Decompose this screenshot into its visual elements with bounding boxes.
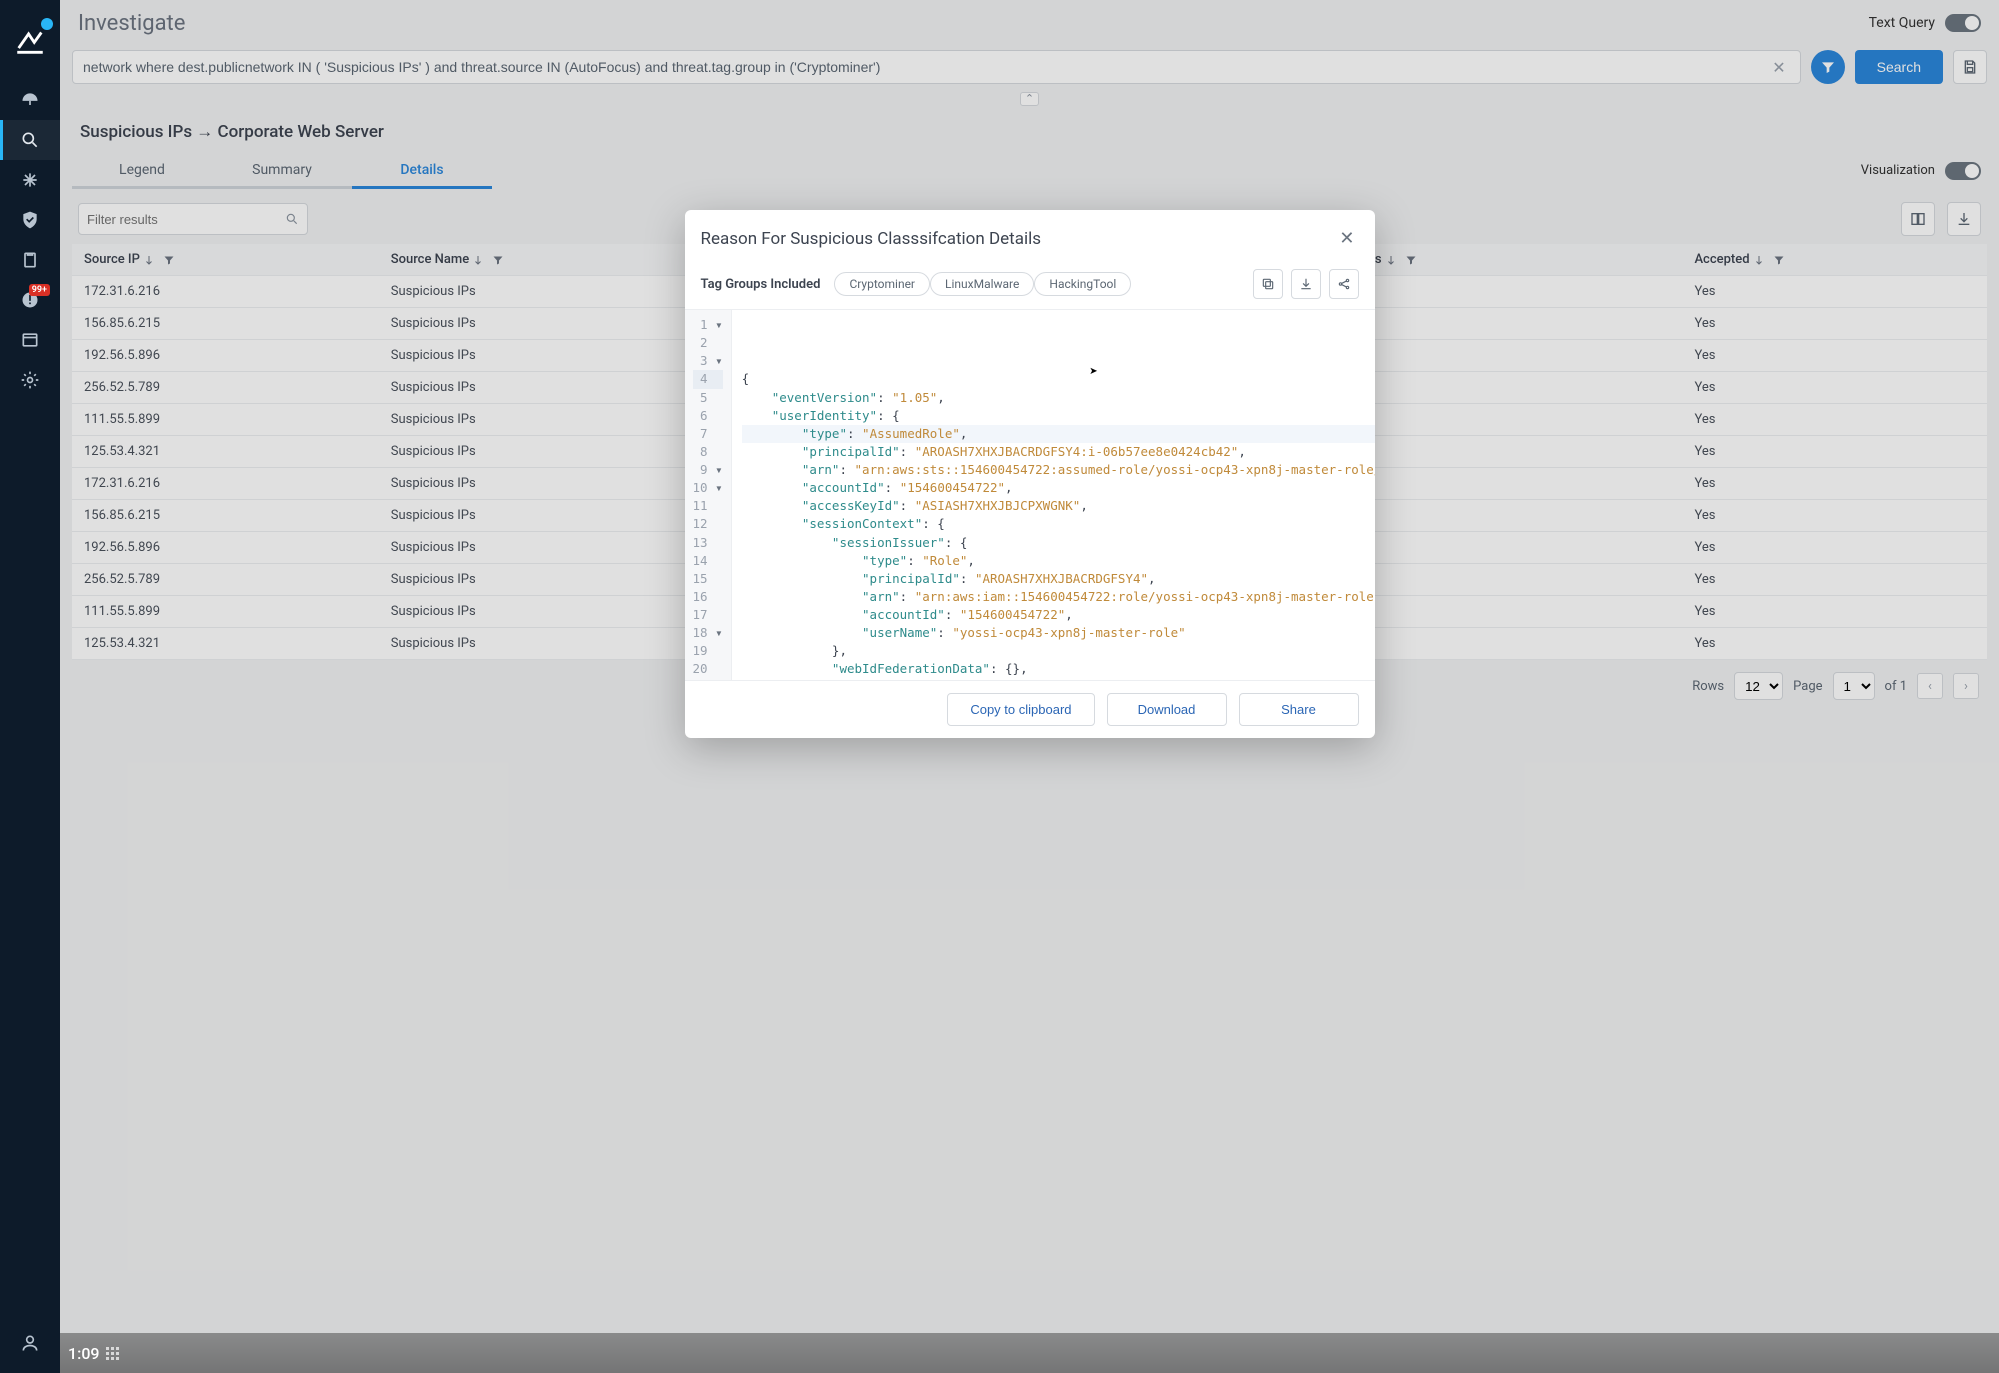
modal-overlay: Reason For Suspicious Classsifcation Det… xyxy=(60,0,1999,1373)
download-icon-button[interactable] xyxy=(1291,269,1321,299)
nav-inventory[interactable] xyxy=(0,240,60,280)
nav-asterisk[interactable] xyxy=(0,160,60,200)
logo-notification-dot xyxy=(41,18,53,30)
app-logo[interactable] xyxy=(13,24,47,58)
download-json-button[interactable]: Download xyxy=(1107,693,1227,726)
sidebar: 99+ xyxy=(0,0,60,1373)
video-control-bar: 1:09 xyxy=(60,1333,1999,1373)
share-icon-button[interactable] xyxy=(1329,269,1359,299)
tag-groups-label: Tag Groups Included xyxy=(701,277,821,292)
nav-reports[interactable] xyxy=(0,320,60,360)
copy-to-clipboard-button[interactable]: Copy to clipboard xyxy=(947,693,1094,726)
tag-pill[interactable]: LinuxMalware xyxy=(930,272,1034,296)
alerts-count-badge: 99+ xyxy=(29,284,50,296)
code-viewer: 1 ▾ 2 3 ▾ 4 5 6 7 8 9 ▾10 ▾11 12 13 14 1… xyxy=(685,310,1375,680)
nav-user[interactable] xyxy=(0,1323,60,1363)
nav-compliance[interactable] xyxy=(0,200,60,240)
tag-pill[interactable]: HackingTool xyxy=(1034,272,1131,296)
nav-investigate[interactable] xyxy=(0,120,60,160)
nav-dashboard[interactable] xyxy=(0,80,60,120)
tag-pill[interactable]: Cryptominer xyxy=(834,272,930,296)
share-button[interactable]: Share xyxy=(1239,693,1359,726)
nav-alerts[interactable]: 99+ xyxy=(0,280,60,320)
nav-settings[interactable] xyxy=(0,360,60,400)
timecode: 1:09 xyxy=(68,1344,100,1363)
classification-modal: Reason For Suspicious Classsifcation Det… xyxy=(685,210,1375,738)
modal-title: Reason For Suspicious Classsifcation Det… xyxy=(701,229,1042,249)
grip-icon xyxy=(106,1347,119,1360)
copy-icon-button[interactable] xyxy=(1253,269,1283,299)
modal-close-button[interactable]: ✕ xyxy=(1335,224,1358,253)
